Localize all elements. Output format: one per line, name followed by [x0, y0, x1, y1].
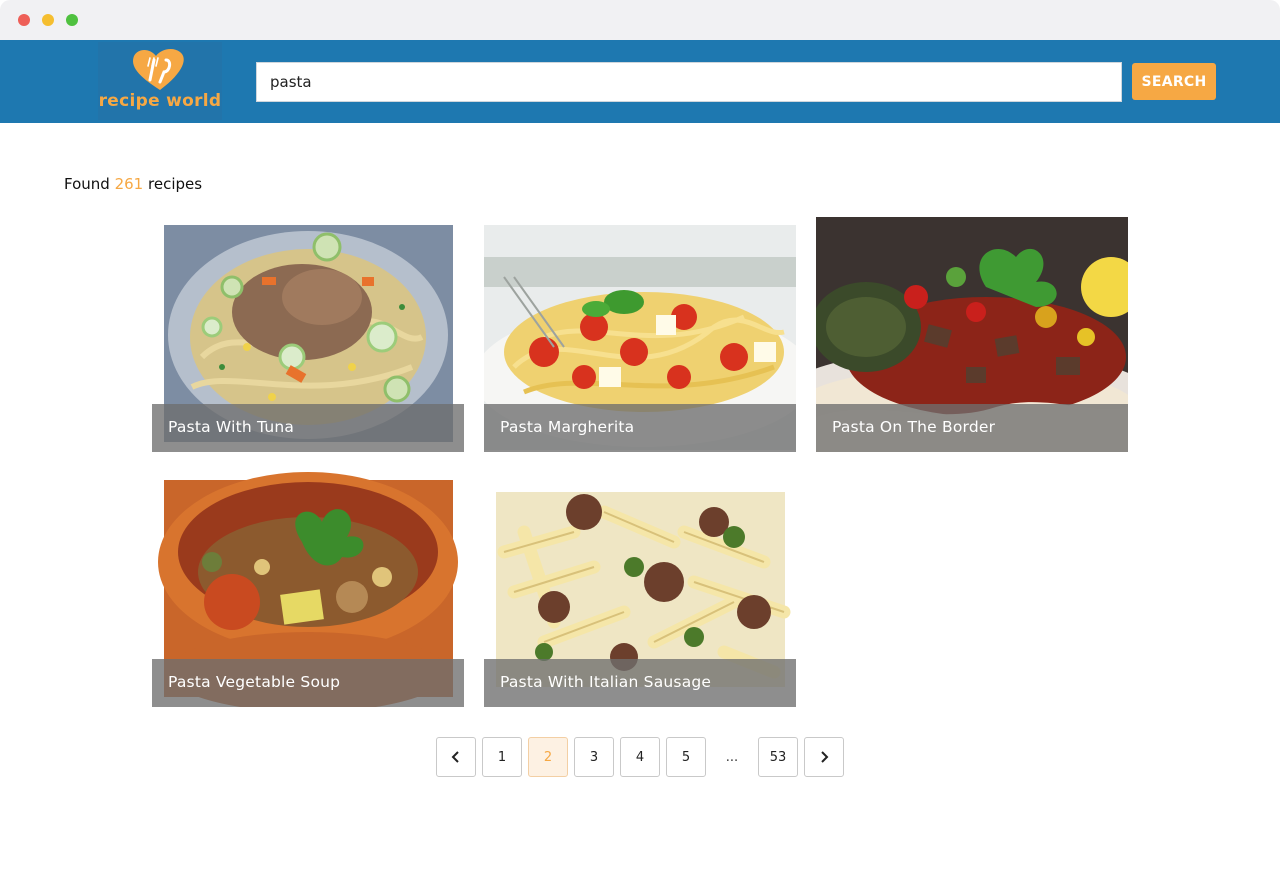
recipe-card[interactable]: Pasta On The Border: [816, 217, 1128, 452]
pagination-ellipsis: ...: [725, 749, 739, 765]
minimize-window-icon[interactable]: [42, 14, 54, 26]
window-titlebar: [0, 0, 1280, 40]
search-button[interactable]: SEARCH: [1132, 63, 1216, 100]
recipe-card[interactable]: Pasta Vegetable Soup: [152, 472, 464, 707]
recipe-caption: Pasta On The Border: [816, 404, 1128, 452]
pagination-page-button[interactable]: 4: [620, 737, 660, 777]
recipe-caption: Pasta With Tuna: [152, 404, 464, 452]
logo-text: recipe world: [98, 91, 222, 111]
pagination-current-page-button[interactable]: 2: [528, 737, 568, 777]
recipe-title: Pasta With Tuna: [168, 418, 295, 436]
recipe-caption: Pasta Vegetable Soup: [152, 659, 464, 707]
results-count: 261: [114, 175, 144, 193]
recipe-title: Pasta Vegetable Soup: [168, 673, 341, 691]
recipe-title: Pasta With Italian Sausage: [500, 673, 712, 691]
results-prefix: Found: [64, 175, 110, 193]
recipe-card[interactable]: Pasta With Italian Sausage: [484, 472, 796, 707]
chevron-left-icon: [451, 751, 459, 763]
recipe-caption: Pasta With Italian Sausage: [484, 659, 796, 707]
recipe-card[interactable]: Pasta Margherita: [484, 217, 796, 452]
heart-utensils-icon: [133, 49, 184, 90]
recipe-title: Pasta Margherita: [500, 418, 635, 436]
maximize-window-icon[interactable]: [66, 14, 78, 26]
pagination-page-button[interactable]: 5: [666, 737, 706, 777]
search-input[interactable]: [256, 62, 1122, 102]
recipe-card[interactable]: Pasta With Tuna: [152, 217, 464, 452]
recipe-title: Pasta On The Border: [832, 418, 996, 436]
pagination-last-page-button[interactable]: 53: [758, 737, 798, 777]
pagination-page-button[interactable]: 1: [482, 737, 522, 777]
chevron-right-icon: [821, 751, 829, 763]
results-summary: Found 261 recipes: [64, 175, 202, 193]
pagination-prev-button[interactable]: [436, 737, 476, 777]
close-window-icon[interactable]: [18, 14, 30, 26]
pagination-next-button[interactable]: [804, 737, 844, 777]
site-header: recipe world SEARCH: [0, 40, 1280, 123]
results-suffix: recipes: [148, 175, 203, 193]
site-logo[interactable]: recipe world: [98, 42, 222, 120]
pagination-page-button[interactable]: 3: [574, 737, 614, 777]
recipe-caption: Pasta Margherita: [484, 404, 796, 452]
